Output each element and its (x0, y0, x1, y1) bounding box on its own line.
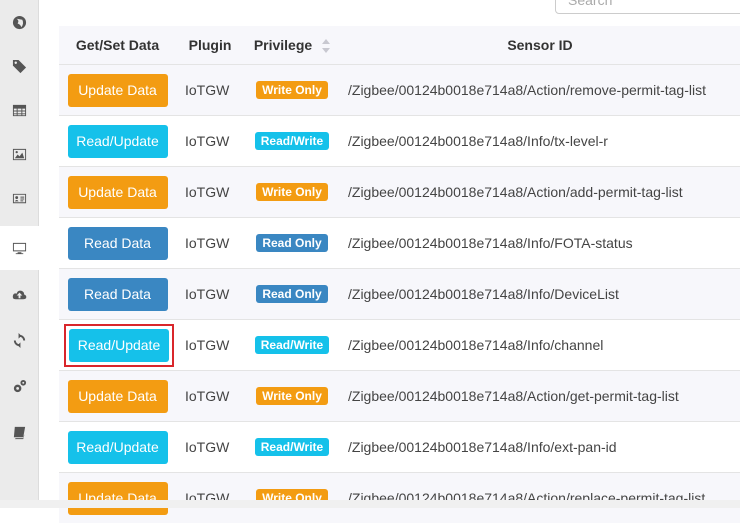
table-row: Update Data IoTGW Write Only /Zigbee/001… (59, 65, 740, 116)
sidebar-item-image[interactable] (0, 132, 38, 176)
plugin-cell: IoTGW (176, 320, 244, 371)
action-cell: Read/Update (59, 116, 176, 167)
column-header-privilege[interactable]: Privilege (244, 26, 340, 65)
table-row: Update Data IoTGW Write Only /Zigbee/001… (59, 371, 740, 422)
column-header-privilege-label: Privilege (254, 37, 312, 53)
privilege-cell: Read/Write (244, 116, 340, 167)
action-cell: Update Data (59, 65, 176, 116)
action-cell: Read/Update (59, 422, 176, 473)
read-data-button[interactable]: Read Data (68, 227, 168, 260)
table-icon (12, 103, 27, 118)
plugin-cell: IoTGW (176, 371, 244, 422)
sensor-id-cell: /Zigbee/00124b0018e714a8/Action/remove-p… (340, 65, 740, 116)
image-icon (12, 147, 27, 162)
table-row: Update Data IoTGW Write Only /Zigbee/001… (59, 473, 740, 523)
privilege-badge: Read Only (256, 234, 327, 252)
privilege-cell: Write Only (244, 371, 340, 422)
read-update-button[interactable]: Read/Update (68, 431, 168, 464)
action-cell: Update Data (59, 473, 176, 523)
action-cell: Read/Update (59, 320, 176, 371)
update-data-button[interactable]: Update Data (68, 74, 168, 107)
sensor-id-cell: /Zigbee/00124b0018e714a8/Info/FOTA-statu… (340, 218, 740, 269)
sidebar-item-globe[interactable] (0, 0, 38, 44)
sensor-id-cell: /Zigbee/00124b0018e714a8/Info/DeviceList (340, 269, 740, 320)
update-data-button[interactable]: Update Data (68, 176, 168, 209)
privilege-cell: Read/Write (244, 320, 340, 371)
table-header-row: Get/Set Data Plugin Privilege Sensor ID (59, 26, 740, 65)
highlight-box: Read/Update (64, 324, 174, 367)
read-update-button[interactable]: Read/Update (69, 329, 169, 362)
sensor-id-cell: /Zigbee/00124b0018e714a8/Action/get-perm… (340, 371, 740, 422)
privilege-cell: Write Only (244, 167, 340, 218)
column-header-plugin[interactable]: Plugin (176, 26, 244, 65)
sensor-id-cell: /Zigbee/00124b0018e714a8/Action/add-perm… (340, 167, 740, 218)
sidebar-item-book[interactable] (0, 410, 38, 454)
table-row: Read Data IoTGW Read Only /Zigbee/00124b… (59, 269, 740, 320)
plugin-cell: IoTGW (176, 65, 244, 116)
plugin-cell: IoTGW (176, 167, 244, 218)
tags-icon (12, 59, 27, 74)
privilege-badge: Write Only (256, 387, 328, 405)
action-cell: Update Data (59, 167, 176, 218)
privilege-badge: Write Only (256, 183, 328, 201)
update-data-button[interactable]: Update Data (68, 482, 168, 515)
sidebar-item-cogs[interactable] (0, 364, 38, 408)
read-data-button[interactable]: Read Data (68, 278, 168, 311)
privilege-cell: Read Only (244, 269, 340, 320)
privilege-badge: Write Only (256, 81, 328, 99)
sidebar-item-refresh[interactable] (0, 318, 38, 362)
cloud-upload-icon (12, 287, 27, 302)
action-cell: Update Data (59, 371, 176, 422)
table-row: Read/Update IoTGW Read/Write /Zigbee/001… (59, 320, 740, 371)
sensor-id-cell: /Zigbee/00124b0018e714a8/Info/tx-level-r (340, 116, 740, 167)
privilege-badge: Read/Write (255, 132, 329, 150)
privilege-cell: Write Only (244, 65, 340, 116)
id-card-icon (12, 191, 27, 206)
action-cell: Read Data (59, 218, 176, 269)
globe-icon (12, 15, 27, 30)
sidebar-item-cloud-upload[interactable] (0, 272, 38, 316)
column-header-sensor[interactable]: Sensor ID (340, 26, 740, 65)
plugin-cell: IoTGW (176, 473, 244, 523)
privilege-badge: Read/Write (255, 336, 329, 354)
search-input[interactable] (555, 0, 740, 14)
sidebar-item-id-card[interactable] (0, 176, 38, 220)
sidebar (0, 0, 39, 508)
update-data-button[interactable]: Update Data (68, 380, 168, 413)
plugin-cell: IoTGW (176, 218, 244, 269)
sort-icon[interactable] (322, 39, 330, 53)
column-header-getset[interactable]: Get/Set Data (59, 26, 176, 65)
sidebar-item-tags[interactable] (0, 44, 38, 88)
sensor-table: Get/Set Data Plugin Privilege Sensor ID … (59, 26, 740, 523)
plugin-cell: IoTGW (176, 269, 244, 320)
plugin-cell: IoTGW (176, 116, 244, 167)
sensor-id-cell: /Zigbee/00124b0018e714a8/Info/channel (340, 320, 740, 371)
privilege-cell: Write Only (244, 473, 340, 523)
table-row: Read/Update IoTGW Read/Write /Zigbee/001… (59, 116, 740, 167)
privilege-badge: Read Only (256, 285, 327, 303)
book-icon (12, 425, 27, 440)
table-row: Update Data IoTGW Write Only /Zigbee/001… (59, 167, 740, 218)
sidebar-item-table[interactable] (0, 88, 38, 132)
refresh-icon (12, 333, 27, 348)
privilege-cell: Read/Write (244, 422, 340, 473)
main-content: Get/Set Data Plugin Privilege Sensor ID … (39, 0, 740, 508)
action-cell: Read Data (59, 269, 176, 320)
sensor-id-cell: /Zigbee/00124b0018e714a8/Info/ext-pan-id (340, 422, 740, 473)
monitor-icon (12, 241, 27, 256)
sidebar-item-monitor[interactable] (0, 226, 39, 270)
horizontal-scrollbar[interactable] (0, 500, 740, 508)
table-row: Read Data IoTGW Read Only /Zigbee/00124b… (59, 218, 740, 269)
cogs-icon (12, 379, 27, 394)
sensor-id-cell: /Zigbee/00124b0018e714a8/Action/replace-… (340, 473, 740, 523)
plugin-cell: IoTGW (176, 422, 244, 473)
privilege-cell: Read Only (244, 218, 340, 269)
privilege-badge: Read/Write (255, 438, 329, 456)
table-row: Read/Update IoTGW Read/Write /Zigbee/001… (59, 422, 740, 473)
read-update-button[interactable]: Read/Update (68, 125, 168, 158)
